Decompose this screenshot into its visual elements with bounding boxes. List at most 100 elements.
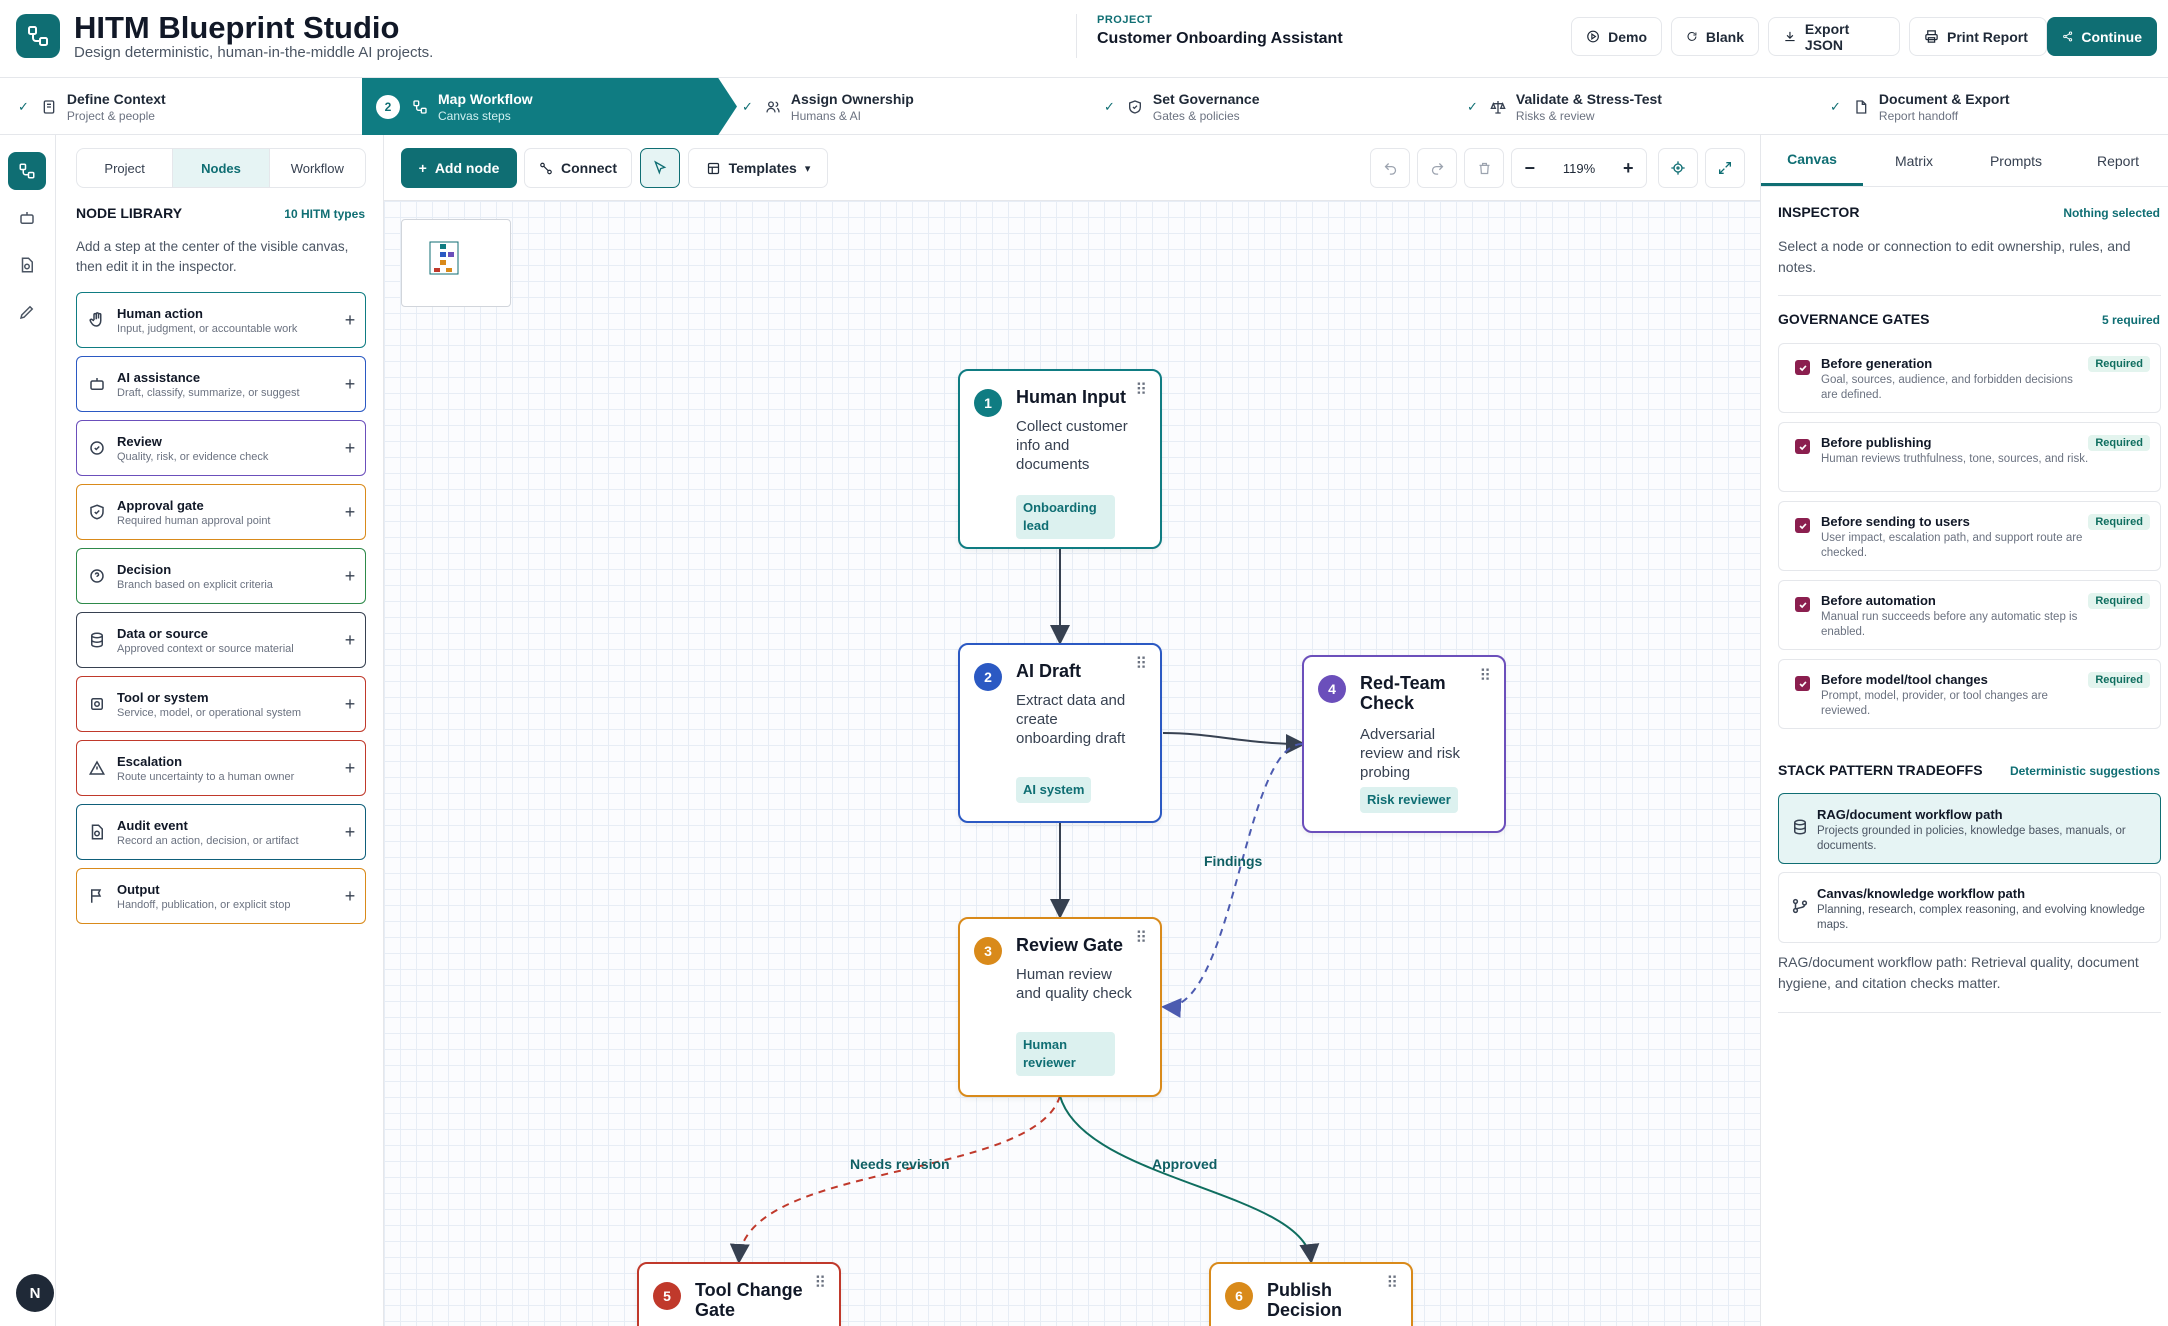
checkbox-checked[interactable] xyxy=(1795,518,1810,533)
plus-icon[interactable]: + xyxy=(335,310,365,331)
node-type-tool-system[interactable]: Tool or system Service, model, or operati… xyxy=(76,676,366,732)
tab-prompts[interactable]: Prompts xyxy=(1965,135,2067,186)
workflow-node-review-gate[interactable]: 3 Review Gate ⠿ Human review and quality… xyxy=(958,917,1162,1097)
zoom-in-button[interactable]: + xyxy=(1611,158,1646,179)
center-view-button[interactable] xyxy=(1658,148,1698,188)
required-badge: Required xyxy=(2088,672,2150,688)
tab-project[interactable]: Project xyxy=(77,149,174,187)
gate-before-model-tool-changes[interactable]: Before model/tool changes Prompt, model,… xyxy=(1778,659,2161,729)
step-assign-ownership[interactable]: ✓ Assign Ownership Humans & AI xyxy=(742,78,1092,135)
project-name: Customer Onboarding Assistant xyxy=(1097,30,1343,47)
download-icon xyxy=(1785,31,1795,42)
node-description: Collect customer info and documents xyxy=(1016,418,1128,473)
plus-icon[interactable]: + xyxy=(335,630,365,651)
app-title: HITM Blueprint Studio xyxy=(74,10,400,45)
checkmark-icon: ✓ xyxy=(1467,98,1478,114)
step-map-workflow[interactable]: 2 Map Workflow Canvas steps xyxy=(362,78,737,135)
edge-label-needs-revision[interactable]: Needs revision xyxy=(850,1156,950,1172)
drag-handle-icon[interactable]: ⠿ xyxy=(1135,657,1147,673)
node-type-data-source[interactable]: Data or source Approved context or source… xyxy=(76,612,366,668)
drag-handle-icon[interactable]: ⠿ xyxy=(1386,1276,1398,1292)
plus-icon[interactable]: + xyxy=(335,694,365,715)
step-sub: Risks & review xyxy=(1515,108,1595,123)
project-label: PROJECT xyxy=(1097,14,1153,26)
fullscreen-button[interactable] xyxy=(1705,148,1745,188)
node-type-approval-gate[interactable]: Approval gate Required human approval poi… xyxy=(76,484,366,540)
edge-4-3-findings xyxy=(1161,743,1303,1018)
branch-icon xyxy=(1791,897,1809,920)
step-document-export[interactable]: ✓ Document & Export Report handoff xyxy=(1830,78,2168,135)
checkbox-checked[interactable] xyxy=(1795,676,1810,691)
workflow-canvas[interactable]: Findings Needs revision Approved 1 Human… xyxy=(384,201,1760,1326)
node-type-escalation[interactable]: Escalation Route uncertainty to a human o… xyxy=(76,740,366,796)
templates-dropdown[interactable]: Templates ▾ xyxy=(688,148,828,188)
step-define-context[interactable]: ✓ Define Context Project & people xyxy=(0,78,362,135)
rail-workflow-button[interactable] xyxy=(8,152,46,190)
workflow-node-tool-change-gate[interactable]: 5 Tool Change Gate ⠿ xyxy=(637,1262,841,1326)
tab-workflow[interactable]: Workflow xyxy=(270,149,365,187)
link-icon xyxy=(540,162,552,174)
node-type-human-action[interactable]: Human action Input, judgment, or accounta… xyxy=(76,292,366,348)
gate-title: Before generation xyxy=(1821,356,1933,371)
node-type-output[interactable]: Output Handoff, publication, or explicit … xyxy=(76,868,366,924)
gate-title: Before publishing xyxy=(1821,435,1932,450)
drag-handle-icon[interactable]: ⠿ xyxy=(814,1276,826,1292)
export-json-button[interactable]: Export JSON xyxy=(1768,17,1900,56)
gate-before-automation[interactable]: Before automation Manual run succeeds be… xyxy=(1778,580,2161,650)
rail-audit-button[interactable] xyxy=(8,246,46,284)
node-type-desc: Required human approval point xyxy=(117,514,271,527)
checkbox-checked[interactable] xyxy=(1795,597,1810,612)
plus-icon[interactable]: + xyxy=(335,822,365,843)
workflow-node-red-team-check[interactable]: 4 Red-Team Check ⠿ Adversarial review an… xyxy=(1302,655,1506,833)
plus-icon[interactable]: + xyxy=(335,758,365,779)
plus-icon[interactable]: + xyxy=(335,438,365,459)
edge-label-findings[interactable]: Findings xyxy=(1204,853,1262,869)
node-type-desc: Draft, classify, summarize, or suggest xyxy=(117,386,300,399)
tab-canvas[interactable]: Canvas xyxy=(1761,135,1863,186)
plus-icon[interactable]: + xyxy=(335,374,365,395)
step-validate[interactable]: ✓ Validate & Stress-Test Risks & review xyxy=(1467,78,1817,135)
zoom-out-button[interactable]: − xyxy=(1512,158,1547,179)
delete-button[interactable] xyxy=(1464,148,1504,188)
demo-button[interactable]: Demo xyxy=(1571,17,1662,56)
drag-handle-icon[interactable]: ⠿ xyxy=(1135,383,1147,399)
undo-button[interactable] xyxy=(1370,148,1410,188)
blank-button[interactable]: Blank xyxy=(1671,17,1759,56)
tab-nodes[interactable]: Nodes xyxy=(173,149,270,187)
rail-robot-button[interactable] xyxy=(8,199,46,237)
edge-label-approved[interactable]: Approved xyxy=(1152,1156,1217,1172)
checkbox-checked[interactable] xyxy=(1795,439,1810,454)
pattern-rag-document[interactable]: RAG/document workflow path Projects grou… xyxy=(1778,793,2161,864)
plus-icon[interactable]: + xyxy=(335,502,365,523)
tab-report[interactable]: Report xyxy=(2067,135,2168,186)
connect-button[interactable]: Connect xyxy=(524,148,632,188)
checkbox-checked[interactable] xyxy=(1795,360,1810,375)
user-avatar[interactable]: N xyxy=(16,1274,54,1312)
select-tool-button[interactable] xyxy=(640,148,680,188)
rail-edit-button[interactable] xyxy=(8,293,46,331)
plus-icon[interactable]: + xyxy=(335,566,365,587)
node-type-review[interactable]: Review Quality, risk, or evidence check + xyxy=(76,420,366,476)
gate-before-generation[interactable]: Before generation Goal, sources, audienc… xyxy=(1778,343,2161,413)
step-set-governance[interactable]: ✓ Set Governance Gates & policies xyxy=(1104,78,1454,135)
drag-handle-icon[interactable]: ⠿ xyxy=(1479,669,1491,685)
node-type-audit-event[interactable]: Audit event Record an action, decision, o… xyxy=(76,804,366,860)
drag-handle-icon[interactable]: ⠿ xyxy=(1135,931,1147,947)
pattern-canvas-knowledge[interactable]: Canvas/knowledge workflow path Planning,… xyxy=(1778,872,2161,943)
workflow-node-ai-draft[interactable]: 2 AI Draft ⠿ Extract data and create onb… xyxy=(958,643,1162,823)
add-node-button[interactable]: + Add node xyxy=(401,148,517,188)
continue-button[interactable]: Continue xyxy=(2047,17,2157,56)
step-title: Document & Export xyxy=(1878,90,2010,107)
plus-icon[interactable]: + xyxy=(335,886,365,907)
print-report-button[interactable]: Print Report xyxy=(1909,17,2047,56)
workflow-node-human-input[interactable]: 1 Human Input ⠿ Collect customer info an… xyxy=(958,369,1162,549)
redo-button[interactable] xyxy=(1417,148,1457,188)
node-type-ai-assistance[interactable]: AI assistance Draft, classify, summarize,… xyxy=(76,356,366,412)
node-owner-tag: Human reviewer xyxy=(1016,1032,1115,1076)
workflow-node-publish-decision[interactable]: 6 Publish Decision ⠿ xyxy=(1209,1262,1413,1326)
node-type-decision[interactable]: Decision Branch based on explicit criteri… xyxy=(76,548,366,604)
gate-before-sending[interactable]: Before sending to users User impact, esc… xyxy=(1778,501,2161,571)
gate-before-publishing[interactable]: Before publishing Human reviews truthful… xyxy=(1778,422,2161,492)
tab-matrix[interactable]: Matrix xyxy=(1863,135,1965,186)
edge-2-4 xyxy=(1162,732,1306,754)
